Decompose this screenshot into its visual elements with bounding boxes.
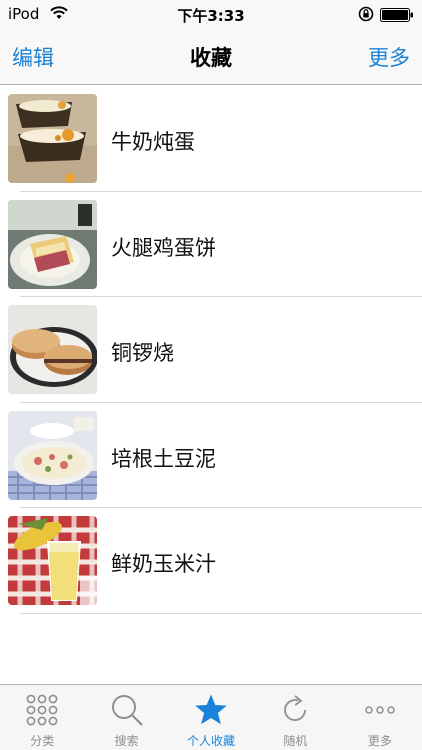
more-button[interactable]: 更多 <box>368 42 410 72</box>
tab-label: 分类 <box>30 734 55 748</box>
dorayaki-photo <box>8 305 97 394</box>
tab-search[interactable]: 搜索 <box>84 685 168 750</box>
list-item[interactable]: 培根土豆泥 <box>0 403 422 509</box>
list-item[interactable]: 火腿鸡蛋饼 <box>0 192 422 298</box>
tab-random[interactable]: 随机 <box>253 685 337 750</box>
custard-photo <box>8 94 97 183</box>
item-label: 牛奶炖蛋 <box>111 130 195 154</box>
rotation-lock-icon <box>358 6 374 22</box>
tab-label: 搜索 <box>114 734 139 748</box>
list-item[interactable]: 牛奶炖蛋 <box>0 86 422 192</box>
star-icon <box>195 694 227 725</box>
battery-icon <box>380 8 413 22</box>
item-label: 鲜奶玉米汁 <box>111 552 216 576</box>
list-item[interactable]: 铜锣烧 <box>0 297 422 403</box>
favorites-list: 牛奶炖蛋 火腿鸡蛋饼 铜锣烧 培根土豆泥 鲜奶玉米汁 <box>0 86 422 614</box>
tab-label: 随机 <box>283 734 308 748</box>
tab-label: 个人收藏 <box>187 734 236 748</box>
item-label: 火腿鸡蛋饼 <box>111 235 216 260</box>
tab-category[interactable]: 分类 <box>0 685 84 750</box>
ham-egg-pancake-photo <box>8 199 97 289</box>
item-label: 培根土豆泥 <box>111 446 216 471</box>
magnifier-icon <box>111 695 143 726</box>
navigation-bar: 编辑 收藏 更多 <box>0 30 422 85</box>
grid-dots-icon <box>26 694 58 726</box>
refresh-icon <box>284 695 307 721</box>
screen: iPod 下午3:33 编辑 收藏 更多 牛奶炖蛋 火腿鸡蛋饼 铜锣烧 培根土豆… <box>0 0 422 750</box>
tab-more[interactable]: 更多 <box>338 685 422 750</box>
more-dots-icon <box>365 706 395 714</box>
corn-milk-juice-photo <box>8 516 97 605</box>
tab-bar: 分类 搜索 个人收藏 随机 更多 <box>0 684 422 750</box>
tab-label: 更多 <box>367 734 392 748</box>
page-title: 收藏 <box>190 46 232 70</box>
bacon-mashed-potato-photo <box>8 410 97 500</box>
tab-favorites[interactable]: 个人收藏 <box>169 685 253 750</box>
status-bar: iPod 下午3:33 <box>0 0 422 30</box>
item-label: 铜锣烧 <box>111 341 174 365</box>
list-item[interactable]: 鲜奶玉米汁 <box>0 508 422 614</box>
